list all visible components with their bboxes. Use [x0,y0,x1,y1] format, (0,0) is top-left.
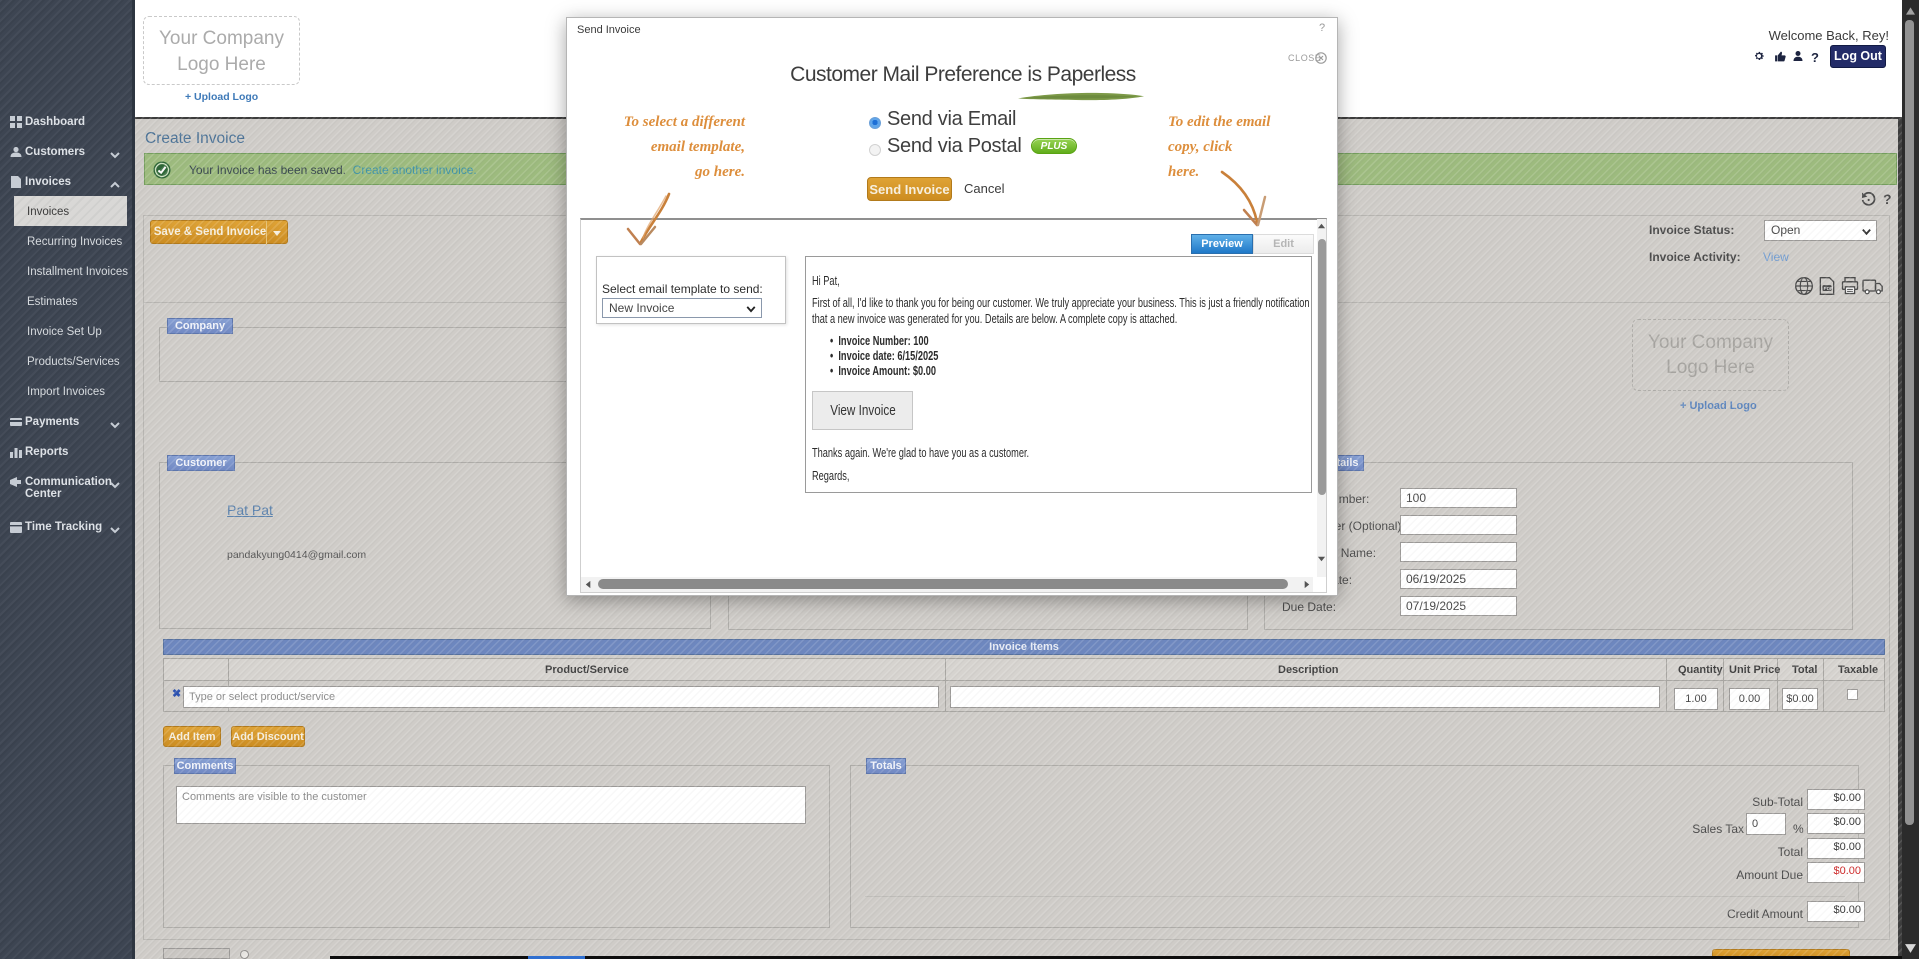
svg-text:PDF: PDF [1824,286,1833,291]
